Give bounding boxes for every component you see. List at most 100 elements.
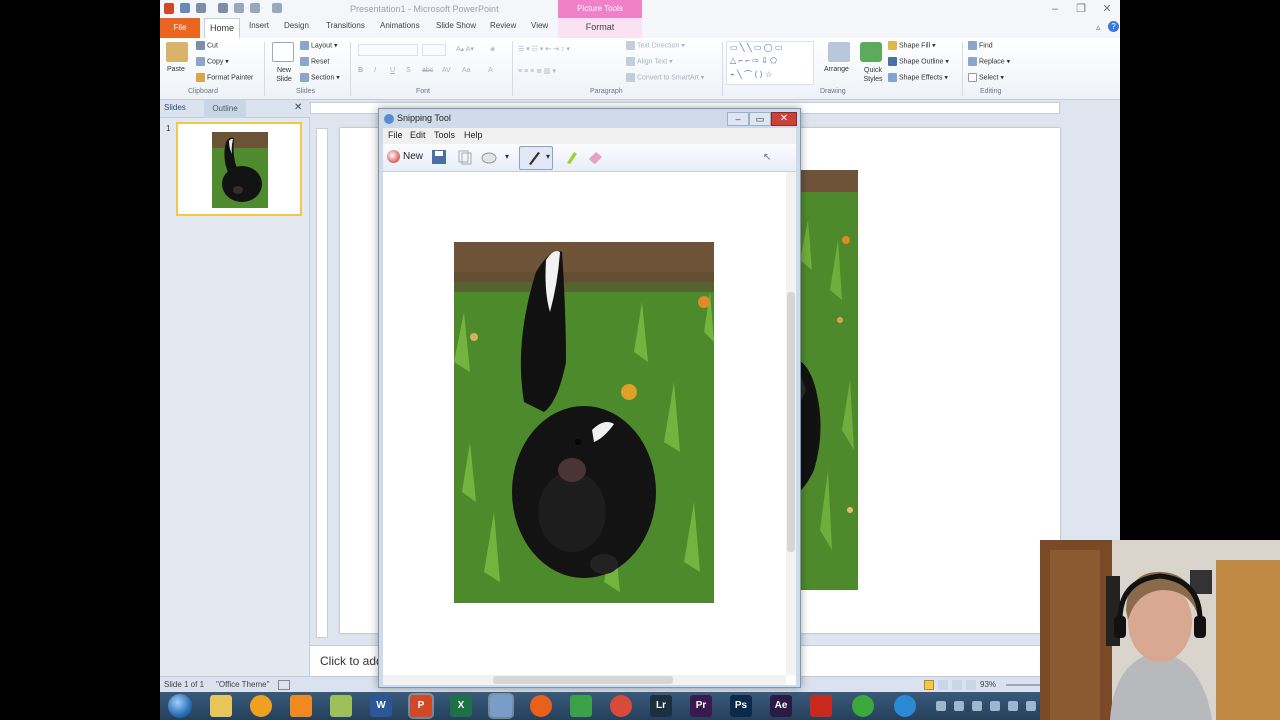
tray-icon[interactable] (1008, 701, 1018, 711)
pen-app-icon[interactable] (330, 695, 352, 717)
spell-check-icon[interactable] (278, 680, 290, 690)
close-pane-icon[interactable]: ✕ (294, 102, 302, 113)
tray-icon[interactable] (972, 701, 982, 711)
tray-icon[interactable] (936, 701, 946, 711)
shape-fill-button[interactable]: Shape Fill ▾ (888, 41, 936, 50)
font-name-combo[interactable] (358, 44, 418, 56)
change-case-button[interactable]: Aa (462, 67, 471, 74)
new-slide-button[interactable]: New Slide (270, 66, 298, 84)
snip-close-icon[interactable]: ✕ (771, 112, 797, 126)
premiere-taskbar-icon[interactable]: Pr (690, 695, 712, 717)
internet-explorer-icon[interactable] (894, 695, 916, 717)
reading-view-icon[interactable] (952, 680, 962, 690)
align-text-button[interactable]: Align Text ▾ (626, 57, 673, 66)
save-icon[interactable] (180, 3, 190, 13)
character-spacing-button[interactable]: AV (442, 67, 451, 74)
new-snip-button[interactable]: New (387, 150, 423, 163)
shape-outline-button[interactable]: Shape Outline ▾ (888, 57, 949, 66)
find-button[interactable]: Find (968, 41, 993, 50)
tab-file[interactable]: File (160, 18, 200, 38)
horizontal-scrollbar[interactable] (383, 675, 786, 685)
paste-icon[interactable] (166, 42, 188, 62)
snipping-tool-taskbar-icon[interactable] (490, 695, 512, 717)
slide-thumbnail[interactable] (176, 122, 302, 216)
menu-tools[interactable]: Tools (434, 130, 455, 140)
select-button[interactable]: Select ▾ (968, 73, 1004, 82)
save-snip-icon[interactable] (431, 149, 447, 165)
paste-button[interactable]: Paste (167, 66, 185, 73)
powerpoint-app-icon[interactable] (164, 3, 174, 14)
zoom-level[interactable]: 93% (980, 680, 996, 689)
horizontal-scroll-thumb[interactable] (493, 676, 673, 684)
tab-format[interactable]: Format (558, 18, 642, 38)
strikethrough-button[interactable]: abc (422, 67, 433, 74)
outlook-icon[interactable] (290, 695, 312, 717)
highlighter-icon[interactable] (563, 149, 579, 165)
slideshow-view-icon[interactable] (966, 680, 976, 690)
print-icon[interactable] (272, 3, 282, 13)
tab-home[interactable]: Home (204, 18, 240, 38)
pen-tool-button[interactable]: ▾ (519, 146, 553, 170)
acrobat-icon[interactable] (810, 695, 832, 717)
tab-slide-show[interactable]: Slide Show (436, 21, 476, 30)
vertical-scroll-thumb[interactable] (787, 292, 795, 552)
alignment-icons[interactable]: ≡ ≡ ≡ ≣ ▥ ▾ (518, 67, 556, 75)
reset-button[interactable]: Reset (300, 57, 329, 66)
help-icon[interactable]: ? (1108, 21, 1119, 32)
media-player-icon[interactable] (250, 695, 272, 717)
minimize-icon[interactable]: – (1046, 2, 1064, 16)
tray-icon[interactable] (990, 701, 1000, 711)
arrange-icon[interactable] (828, 42, 850, 62)
clear-formatting-icon[interactable]: ◈ (490, 45, 495, 53)
start-button-icon[interactable] (168, 694, 192, 718)
green-app-icon[interactable] (570, 695, 592, 717)
snip-canvas[interactable] (383, 172, 796, 685)
font-size-combo[interactable] (422, 44, 446, 56)
tray-icon[interactable] (954, 701, 964, 711)
chrome-icon[interactable] (610, 695, 632, 717)
menu-file[interactable]: File (388, 130, 403, 140)
tab-outline[interactable]: Outline (204, 100, 246, 118)
tab-transitions[interactable]: Transitions (326, 21, 365, 30)
copy-snip-icon[interactable] (457, 149, 473, 165)
tab-slides[interactable]: Slides (164, 103, 186, 112)
powerpoint-taskbar-icon[interactable]: P (410, 695, 432, 717)
snip-minimize-icon[interactable]: – (727, 112, 749, 126)
bold-button[interactable]: B (358, 67, 363, 74)
menu-help[interactable]: Help (464, 130, 483, 140)
show-desktop-icon[interactable] (1026, 701, 1036, 711)
send-snip-icon[interactable] (481, 149, 497, 165)
layout-button[interactable]: Layout ▾ (300, 41, 338, 50)
restore-icon[interactable]: ❐ (1072, 2, 1090, 16)
firefox-icon[interactable] (530, 695, 552, 717)
quick-styles-button[interactable]: Quick Styles (860, 66, 886, 84)
slide-sorter-icon[interactable] (938, 680, 948, 690)
word-taskbar-icon[interactable]: W (370, 695, 392, 717)
arrange-button[interactable]: Arrange (824, 66, 849, 73)
menu-edit[interactable]: Edit (410, 130, 426, 140)
shapes-gallery[interactable]: ▭ ╲ ╲ ▭ ◯ ▭ △ ⌐ ⌐ ⇨ ⇩ ⬠ ⌁ ╲ ⌒ ⟨ ⟩ ☆ (726, 41, 814, 85)
new-slide-icon[interactable] (272, 42, 294, 62)
after-effects-taskbar-icon[interactable]: Ae (770, 695, 792, 717)
tab-review[interactable]: Review (490, 21, 516, 30)
grow-font-icon[interactable]: A▴ A▾ (456, 45, 474, 53)
send-dropdown-icon[interactable]: ▾ (505, 152, 509, 161)
tab-design[interactable]: Design (284, 21, 309, 30)
quick-styles-icon[interactable] (860, 42, 882, 62)
cut-button[interactable]: Cut (196, 41, 218, 50)
replace-button[interactable]: Replace ▾ (968, 57, 1010, 66)
snip-maximize-icon[interactable]: ▭ (749, 112, 771, 126)
bullets-icon[interactable]: ☰ ▾ ☷ ▾ ⇤ ⇥ ↕ ▾ (518, 45, 570, 53)
vertical-scrollbar[interactable] (786, 172, 796, 675)
shape-effects-button[interactable]: Shape Effects ▾ (888, 73, 948, 82)
underline-button[interactable]: U (390, 67, 395, 74)
play-app-icon[interactable] (852, 695, 874, 717)
section-button[interactable]: Section ▾ (300, 73, 340, 82)
italic-button[interactable]: I (374, 67, 376, 74)
ribbon-collapse-icon[interactable]: ▵ (1096, 22, 1101, 33)
open-file-icon[interactable] (250, 3, 260, 13)
file-explorer-icon[interactable] (210, 695, 232, 717)
tab-animations[interactable]: Animations (380, 21, 420, 30)
copy-button[interactable]: Copy ▾ (196, 57, 229, 66)
tab-insert[interactable]: Insert (249, 21, 269, 30)
